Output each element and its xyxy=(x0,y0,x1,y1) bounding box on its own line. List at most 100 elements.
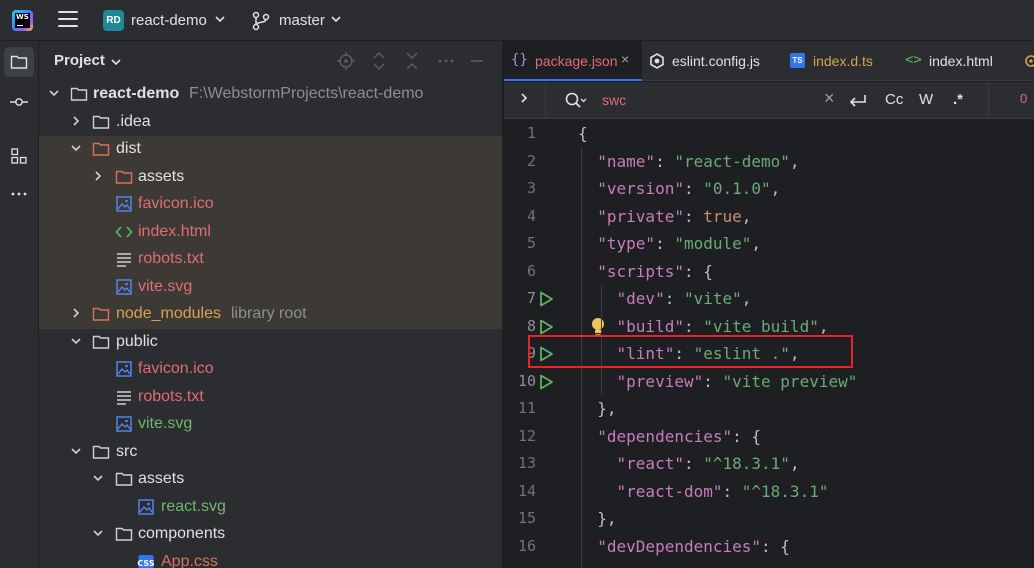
close-icon[interactable]: × xyxy=(621,51,629,67)
line-number: 6 xyxy=(526,261,536,280)
line-number: 4 xyxy=(526,206,536,225)
code-line[interactable]: 14 "react-dom": "^18.3.1" xyxy=(504,478,1034,506)
code-line[interactable]: 7 "dev": "vite", xyxy=(504,285,1034,313)
locate-icon[interactable] xyxy=(337,52,355,70)
tree-item-src-assets[interactable]: assets xyxy=(39,466,502,494)
tool-window-strip xyxy=(0,41,39,568)
tab-package-json[interactable]: {} package.json × xyxy=(504,41,642,81)
tab-label: index.html xyxy=(929,53,993,69)
tree-item-dist-favicon[interactable]: favicon.ico xyxy=(39,191,502,219)
chevron-down-icon[interactable] xyxy=(330,13,342,28)
code-line[interactable]: 3 "version": "0.1.0", xyxy=(504,175,1034,203)
code-line[interactable]: 4 "private": true, xyxy=(504,203,1034,231)
tree-item-app-css[interactable]: CSS App.css xyxy=(39,549,502,568)
options-icon[interactable] xyxy=(437,52,455,70)
run-script-icon[interactable] xyxy=(538,291,554,307)
tree-item-dist-index-html[interactable]: index.html xyxy=(39,218,502,246)
code-text: { xyxy=(578,124,588,143)
chevron-down-icon[interactable] xyxy=(214,13,226,28)
run-script-icon[interactable] xyxy=(538,374,554,390)
search-icon[interactable] xyxy=(564,91,586,111)
main-menu-icon[interactable] xyxy=(58,11,78,29)
project-panel-title[interactable]: Project xyxy=(54,52,105,69)
code-line[interactable]: 1{ xyxy=(504,120,1034,148)
tree-item-react-svg[interactable]: react.svg xyxy=(39,494,502,522)
project-name[interactable]: react-demo xyxy=(131,12,207,29)
match-case-button[interactable]: Cc xyxy=(885,91,903,108)
tab-index-html[interactable]: <> index.html xyxy=(898,41,1016,81)
search-input[interactable] xyxy=(602,92,802,108)
code-line[interactable]: 5 "type": "module", xyxy=(504,230,1034,258)
tree-item-dist-vite-svg[interactable]: vite.svg xyxy=(39,273,502,301)
tree-item-label: .idea xyxy=(116,112,151,130)
chevron-right-icon[interactable] xyxy=(92,170,104,184)
tree-item-label: src xyxy=(116,442,138,460)
expand-all-icon[interactable] xyxy=(371,52,387,70)
tree-item-src[interactable]: src xyxy=(39,439,502,467)
line-number: 3 xyxy=(526,179,536,197)
webstorm-logo-icon[interactable]: WS xyxy=(12,10,33,31)
tree-item-label: favicon.ico xyxy=(138,195,214,212)
code-line[interactable]: 2 "name": "react-demo", xyxy=(504,148,1034,176)
tree-item-components[interactable]: components xyxy=(39,521,502,549)
tree-item-public[interactable]: public xyxy=(39,329,502,357)
collapse-all-icon[interactable] xyxy=(404,52,420,70)
structure-tool-button[interactable] xyxy=(4,141,34,171)
line-number: 13 xyxy=(517,454,536,472)
chevron-right-icon[interactable] xyxy=(70,115,82,129)
image-file-icon xyxy=(138,498,154,515)
code-text: }, xyxy=(578,509,617,528)
code-line[interactable]: 6 "scripts": { xyxy=(504,258,1034,286)
more-icon xyxy=(11,192,27,196)
tree-item-dist[interactable]: dist xyxy=(39,136,502,164)
tree-item-label: react.svg xyxy=(161,497,226,515)
branch-name[interactable]: master xyxy=(279,12,325,29)
tree-item-label: vite.svg xyxy=(138,277,193,295)
clear-search-icon[interactable]: × xyxy=(824,88,835,109)
title-bar: WS RD react-demo master xyxy=(0,0,1034,41)
more-tools-button[interactable] xyxy=(4,179,34,209)
tree-item-public-robots[interactable]: robots.txt xyxy=(39,384,502,412)
commit-tool-button[interactable] xyxy=(4,87,34,117)
chevron-down-icon[interactable] xyxy=(48,87,60,101)
tree-item-dist-assets[interactable]: assets xyxy=(39,163,502,191)
tree-item-node-modules[interactable]: node_modules library root xyxy=(39,301,502,329)
tab-eslint-config[interactable]: eslint.config.js xyxy=(642,41,782,81)
project-badge[interactable]: RD xyxy=(103,10,124,31)
code-line[interactable]: 11 }, xyxy=(504,395,1034,423)
folder-icon xyxy=(92,115,110,129)
code-line[interactable]: 13 "react": "^18.3.1", xyxy=(504,450,1034,478)
run-script-icon[interactable] xyxy=(538,319,554,335)
minimize-icon[interactable] xyxy=(470,54,484,68)
chevron-down-icon[interactable] xyxy=(70,445,82,459)
tree-item-public-vite-svg[interactable]: vite.svg xyxy=(39,411,502,439)
tab-index-d-ts[interactable]: TS index.d.ts xyxy=(782,41,898,81)
git-branch-icon[interactable] xyxy=(252,11,270,31)
code-line[interactable]: 15 }, xyxy=(504,505,1034,533)
code-line[interactable]: 16 "devDependencies": { xyxy=(504,533,1034,561)
tree-item-react-demo[interactable]: react-demo F:\WebstormProjects\react-dem… xyxy=(39,81,502,109)
chevron-right-icon[interactable] xyxy=(518,91,530,108)
whole-words-button[interactable]: W xyxy=(919,91,933,108)
code-line[interactable]: 12 "dependencies": { xyxy=(504,423,1034,451)
svg-text:CSS: CSS xyxy=(137,559,154,568)
tree-item-public-favicon[interactable]: favicon.ico xyxy=(39,356,502,384)
code-text: "version": "0.1.0", xyxy=(597,179,781,198)
chevron-down-icon[interactable] xyxy=(70,142,82,156)
chevron-down-icon[interactable] xyxy=(92,472,104,486)
code-text: "scripts": { xyxy=(597,261,713,281)
chevron-down-icon[interactable] xyxy=(110,55,122,72)
tree-item-dist-robots[interactable]: robots.txt xyxy=(39,246,502,274)
chevron-down-icon[interactable] xyxy=(92,527,104,541)
excluded-folder-icon xyxy=(92,142,110,156)
newline-icon[interactable] xyxy=(848,92,868,110)
chevron-down-icon[interactable] xyxy=(70,335,82,349)
regex-button[interactable]: .* xyxy=(953,91,963,108)
tree-item-idea[interactable]: .idea xyxy=(39,109,502,137)
tree-item-label: assets xyxy=(138,167,185,185)
project-tool-button[interactable] xyxy=(4,47,34,77)
settings-file-icon[interactable] xyxy=(1024,52,1034,70)
chevron-right-icon[interactable] xyxy=(70,307,82,321)
tree-item-label: index.html xyxy=(138,222,211,240)
code-line[interactable]: 10 "preview": "vite preview" xyxy=(504,368,1034,396)
